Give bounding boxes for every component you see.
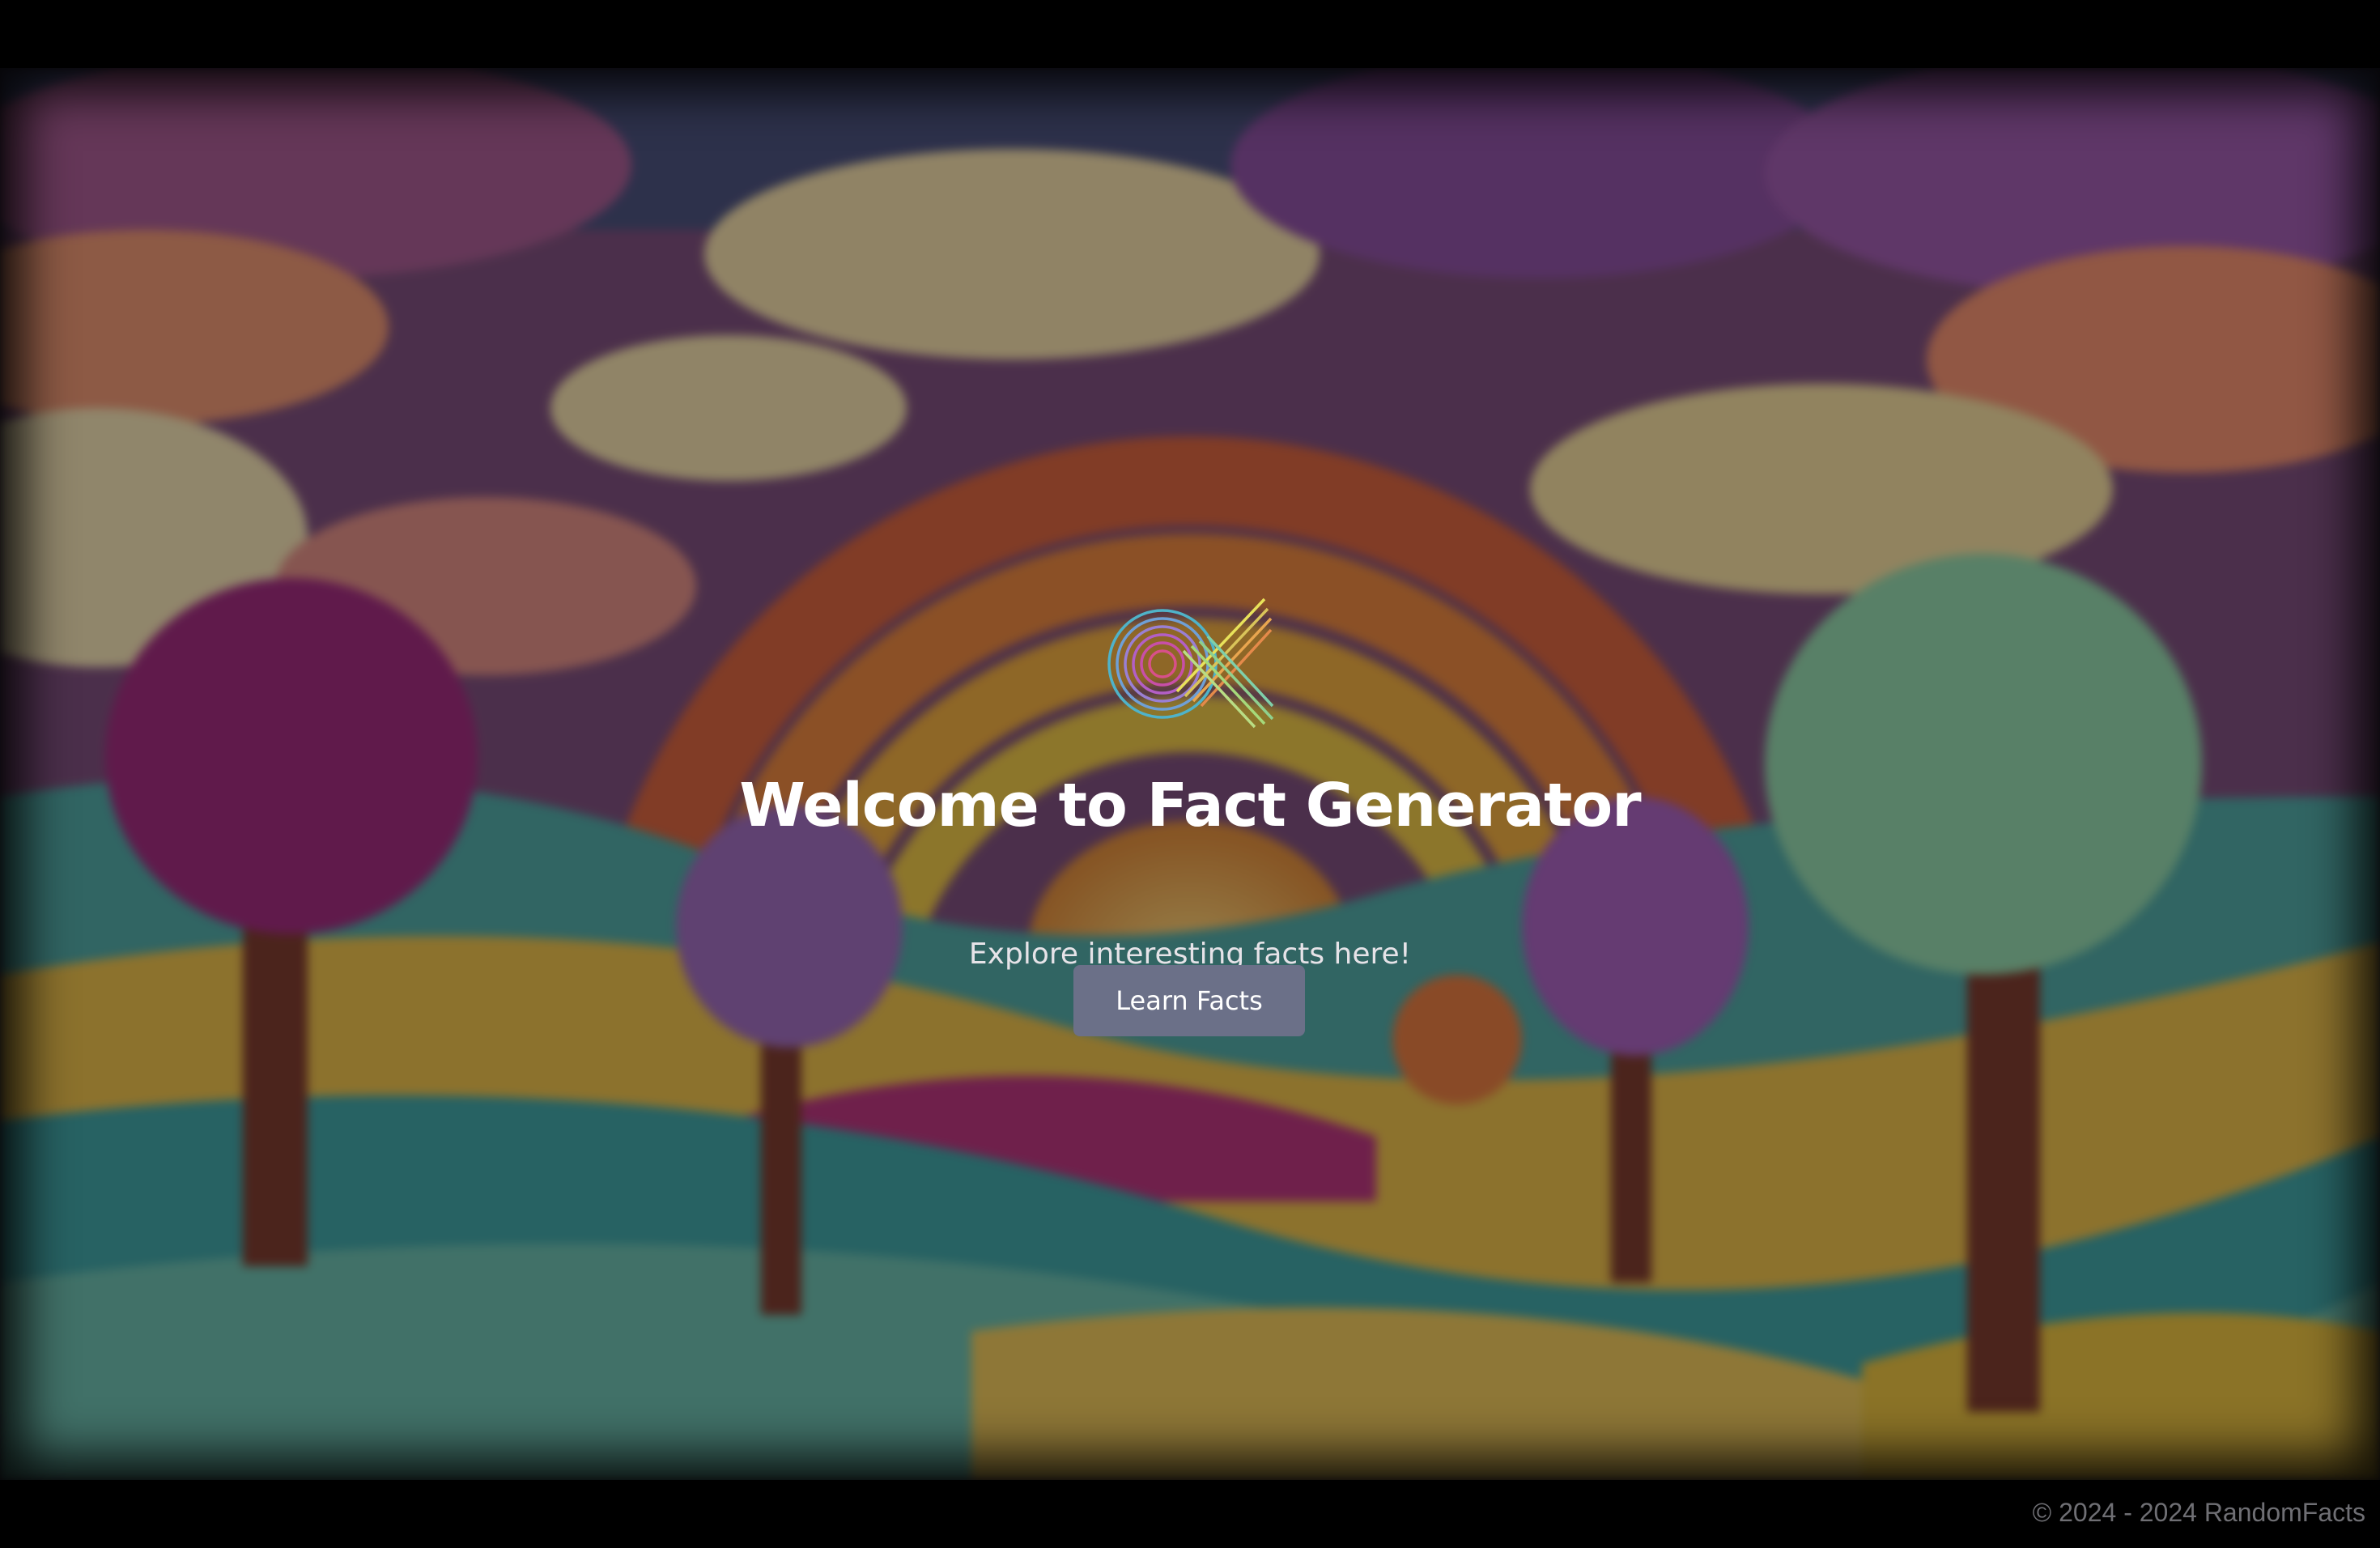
hero-content: Welcome to Fact Generator Explore intere… — [0, 68, 2380, 1480]
hero-section: Welcome to Fact Generator Explore intere… — [0, 68, 2380, 1480]
footer: © 2024 - 2024 RandomFacts — [0, 1480, 2380, 1548]
page: Welcome to Fact Generator Explore intere… — [0, 0, 2380, 1548]
top-bar — [0, 0, 2380, 68]
footer-copyright: © 2024 - 2024 RandomFacts — [2032, 1498, 2365, 1527]
page-title: Welcome to Fact Generator — [739, 771, 1641, 840]
rainbow-swirl-logo-icon — [1107, 598, 1274, 729]
learn-facts-button[interactable]: Learn Facts — [1073, 965, 1305, 1036]
